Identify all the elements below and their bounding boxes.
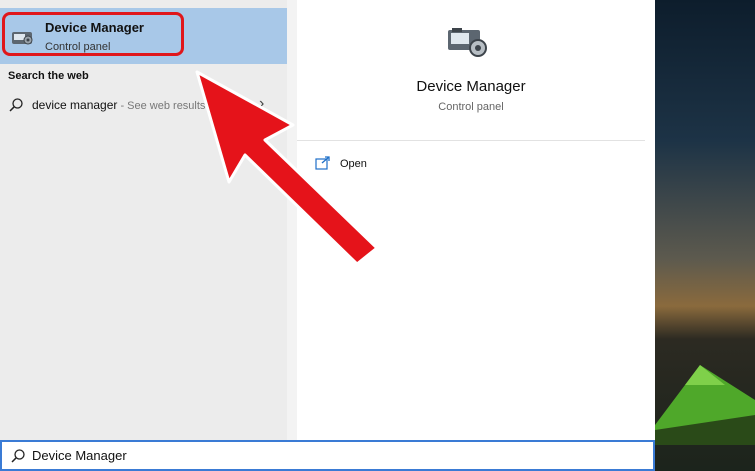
web-query: device manager (32, 98, 118, 112)
search-input[interactable] (32, 445, 632, 465)
search-icon (11, 449, 25, 463)
web-result-text: device manager - See web results (32, 98, 205, 112)
web-section-heading: Search the web (8, 70, 89, 82)
highlight-annotation (2, 12, 184, 56)
device-manager-icon (448, 28, 487, 57)
search-icon (9, 98, 23, 112)
tent-image (655, 365, 755, 445)
taskbar-search-box[interactable] (0, 440, 655, 471)
desktop-wallpaper (655, 0, 755, 471)
red-arrow-annotation (195, 70, 379, 266)
